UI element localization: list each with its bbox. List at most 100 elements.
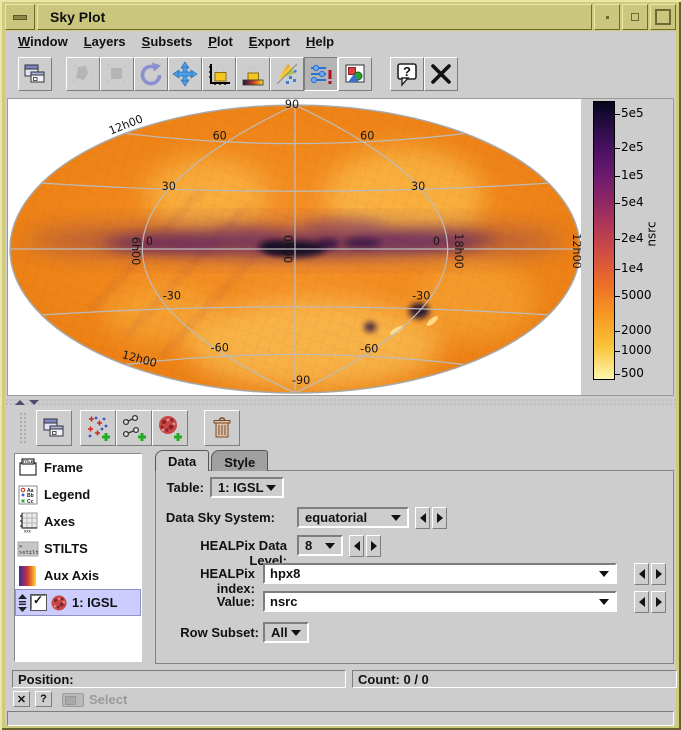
split-divider[interactable] xyxy=(5,398,676,407)
layer-item-frame[interactable]: TITLE Frame xyxy=(15,454,141,481)
tab-style[interactable]: Style xyxy=(211,450,268,471)
layer-item-aux-axis[interactable]: Aux Axis xyxy=(15,562,141,589)
layer-item-igsl[interactable]: 1: IGSL xyxy=(15,589,141,616)
colorbar-tick: 1e5 xyxy=(621,168,644,182)
healpix-layer-icon xyxy=(49,593,69,613)
lat-90-label: 90 xyxy=(285,99,299,111)
lat-0-label: 0 xyxy=(146,235,153,248)
lat-0-label: 0 xyxy=(433,235,440,248)
svg-text:TITLE: TITLE xyxy=(22,459,33,464)
spin-right-button[interactable] xyxy=(651,591,666,613)
lat-60-label: 60 xyxy=(213,130,227,143)
sketch-button[interactable] xyxy=(270,57,304,91)
lock-axes-icon xyxy=(206,61,232,87)
svg-text:>stilts: >stilts xyxy=(19,550,39,556)
window-menu-icon xyxy=(13,15,27,20)
legend-icon: AaBbCc xyxy=(17,484,39,506)
lat-60-label: 60 xyxy=(360,130,374,143)
tab-data[interactable]: Data xyxy=(155,450,209,471)
zoom-out-data-button[interactable] xyxy=(100,57,134,91)
spin-left-button[interactable] xyxy=(415,507,430,529)
nav-help-button[interactable]: ? xyxy=(35,691,52,707)
recenter-icon xyxy=(172,61,198,87)
healpix-level-select[interactable]: 8 xyxy=(297,535,343,556)
restore-icon xyxy=(631,13,639,21)
sky-plot-area[interactable]: 90 60 60 30 30 0 0 -30 -30 -60 -60 -90 1… xyxy=(8,99,581,395)
close-button[interactable] xyxy=(424,57,458,91)
layer-visible-checkbox[interactable] xyxy=(31,595,46,610)
spin-left-button[interactable] xyxy=(634,563,649,585)
colorbar xyxy=(593,101,615,380)
delete-layer-button[interactable] xyxy=(204,410,240,446)
add-healpix-layer-button[interactable] xyxy=(152,410,188,446)
axis-editor-button[interactable] xyxy=(304,57,338,91)
reorder-updown-icon[interactable] xyxy=(17,594,28,612)
export-image-button[interactable] xyxy=(338,57,372,91)
menu-window[interactable]: Window xyxy=(10,32,76,51)
table-select-value: 1: IGSL xyxy=(218,480,264,495)
window-menu-button[interactable] xyxy=(5,4,35,30)
collapse-down-icon[interactable] xyxy=(29,400,39,405)
layer-item-legend[interactable]: AaBbCc Legend xyxy=(15,481,141,508)
sky-system-value: equatorial xyxy=(305,510,367,525)
menu-help[interactable]: Help xyxy=(298,32,342,51)
healpix-index-combo[interactable]: hpx8 xyxy=(263,563,617,584)
svg-text:Cc: Cc xyxy=(27,499,34,505)
zoom-in-data-button[interactable] xyxy=(66,57,100,91)
ra-18h-label: 18h00 xyxy=(452,233,465,268)
replot-button[interactable] xyxy=(134,57,168,91)
plot-panel: 90 60 60 30 30 0 0 -30 -30 -60 -60 -90 1… xyxy=(7,98,674,396)
menu-plot[interactable]: Plot xyxy=(200,32,241,51)
table-select[interactable]: 1: IGSL xyxy=(210,477,284,498)
layer-item-label: Aux Axis xyxy=(44,568,99,583)
layer-plot-window-button[interactable] xyxy=(36,410,72,446)
sky-map: 90 60 60 30 30 0 0 -30 -30 -60 -60 -90 1… xyxy=(8,99,581,395)
menu-layers[interactable]: Layers xyxy=(76,32,134,51)
spin-right-button[interactable] xyxy=(366,535,381,557)
ra-6h-label: 6h00 xyxy=(129,237,142,265)
maximize-button[interactable] xyxy=(650,4,676,30)
add-position-layer-button[interactable] xyxy=(80,410,116,446)
arrow-left-icon xyxy=(639,569,645,579)
spin-right-button[interactable] xyxy=(651,563,666,585)
spin-left-button[interactable] xyxy=(634,591,649,613)
value-combo[interactable]: nsrc xyxy=(263,591,617,612)
lock-aux-button[interactable] xyxy=(236,57,270,91)
ra-0h-label: 0h00 xyxy=(281,235,294,263)
spin-left-button[interactable] xyxy=(349,535,364,557)
restore-button[interactable] xyxy=(622,4,648,30)
toolbar-drag-handle[interactable] xyxy=(19,412,28,444)
row-subset-value: All xyxy=(271,625,288,640)
spin-right-button[interactable] xyxy=(432,507,447,529)
collapse-up-icon[interactable] xyxy=(15,400,25,405)
layer-item-stilts[interactable]: > >stilts STILTS xyxy=(15,535,141,562)
chevron-down-icon xyxy=(599,599,609,605)
layer-item-axes[interactable]: xxx Axes xyxy=(15,508,141,535)
control-area: TITLE Frame AaBbCc Legend xyxy=(5,449,676,668)
arrow-right-icon xyxy=(656,597,662,607)
colorbar-axis-label: nsrc xyxy=(645,221,659,246)
sky-system-select[interactable]: equatorial xyxy=(297,507,409,528)
menu-export[interactable]: Export xyxy=(241,32,298,51)
chevron-down-icon xyxy=(599,571,609,577)
lock-axes-button[interactable] xyxy=(202,57,236,91)
chevron-down-icon xyxy=(325,543,335,549)
help-button[interactable]: ? xyxy=(390,57,424,91)
lat-30-label: 30 xyxy=(411,180,425,193)
lat-m30-label: -30 xyxy=(412,290,430,303)
colorbar-tick: 5e5 xyxy=(621,106,644,120)
status-row: Position: Count: 0 / 0 xyxy=(5,668,676,690)
help-icon: ? xyxy=(394,61,420,87)
colorbar-tick: 2e4 xyxy=(621,231,644,245)
row-subset-select[interactable]: All xyxy=(263,622,309,643)
menu-subsets[interactable]: Subsets xyxy=(134,32,201,51)
healpix-index-value: hpx8 xyxy=(270,566,300,581)
add-pair-layer-button[interactable] xyxy=(116,410,152,446)
dismiss-hint-button[interactable]: ✕ xyxy=(13,691,30,707)
layer-toolbar xyxy=(5,407,676,449)
plot-window-button[interactable] xyxy=(18,57,52,91)
recenter-button[interactable] xyxy=(168,57,202,91)
shade-button[interactable] xyxy=(594,4,620,30)
healpix-index-spinner xyxy=(634,563,666,585)
svg-text:?: ? xyxy=(403,64,411,79)
